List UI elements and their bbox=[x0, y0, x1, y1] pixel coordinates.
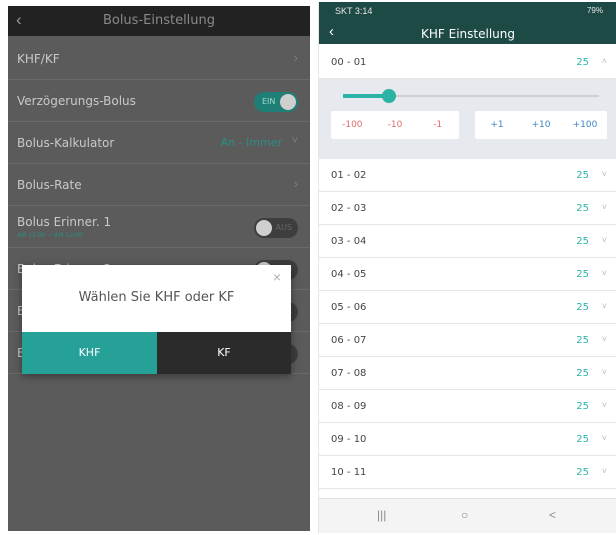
settings-row-label: KHF/KF bbox=[17, 52, 60, 66]
right-header: ‹ KHF Einstellung bbox=[319, 22, 616, 44]
decrement-buttons: -100 -10 -1 bbox=[331, 111, 459, 139]
ratio-value: 25 bbox=[576, 269, 589, 280]
settings-row[interactable]: Verzögerungs-Bolus EIN bbox=[8, 80, 310, 122]
status-time: SKT 3:14 bbox=[335, 6, 373, 16]
khf-kf-dialog: × Wählen Sie KHF oder KF KHF KF bbox=[22, 265, 291, 374]
settings-row-label: Bolus-Rate bbox=[17, 178, 82, 192]
time-range-label: 03 - 04 bbox=[331, 236, 367, 247]
minus-100-button[interactable]: -100 bbox=[331, 111, 374, 139]
time-range-label: 06 - 07 bbox=[331, 335, 367, 346]
toggle-knob bbox=[256, 220, 272, 236]
status-battery: 79% bbox=[586, 6, 603, 15]
settings-row[interactable]: Bolus-Rate › bbox=[8, 164, 310, 206]
time-slot-row[interactable]: 10 - 11 25 ˅ bbox=[319, 456, 616, 489]
chevron-up-icon: ˄ bbox=[601, 56, 607, 66]
ratio-value: 25 bbox=[576, 302, 589, 313]
time-slot-row[interactable]: 06 - 07 25 ˅ bbox=[319, 324, 616, 357]
khf-option-button[interactable]: KHF bbox=[22, 332, 157, 374]
settings-row[interactable]: KHF/KF › bbox=[8, 38, 310, 80]
status-bar: SKT 3:14 79% bbox=[319, 2, 616, 22]
bolus-settings-screen: ‹ Bolus-Einstellung KHF/KF › Verzögerungs-… bbox=[8, 6, 310, 531]
time-slot-row[interactable]: 05 - 06 25 ˅ bbox=[319, 291, 616, 324]
time-range-label: 05 - 06 bbox=[331, 302, 367, 313]
settings-row-value: An - Immer bbox=[220, 136, 282, 149]
time-slot-row-expanded[interactable]: 00 - 01 25 ˄ bbox=[319, 46, 616, 79]
slider-thumb[interactable] bbox=[382, 89, 397, 103]
screen-root: ‹ Bolus-Einstellung KHF/KF › Verzögerungs-… bbox=[0, 0, 616, 535]
toggle-state-label: AUS bbox=[275, 223, 292, 232]
time-range-label: 09 - 10 bbox=[331, 434, 367, 445]
minus-10-button[interactable]: -10 bbox=[374, 111, 417, 139]
plus-100-button[interactable]: +100 bbox=[563, 111, 607, 139]
page-title: KHF Einstellung bbox=[421, 27, 515, 41]
time-range-label: 07 - 08 bbox=[331, 368, 367, 379]
settings-row[interactable]: Bolus-Kalkulator An - Immer ˅ bbox=[8, 122, 310, 164]
time-range-label: 00 - 01 bbox=[331, 57, 367, 68]
time-range-label: 10 - 11 bbox=[331, 467, 367, 478]
time-slot-row[interactable]: 09 - 10 25 ˅ bbox=[319, 423, 616, 456]
toggle-switch[interactable]: EIN bbox=[254, 92, 298, 112]
chevron-right-icon: › bbox=[293, 176, 298, 191]
time-range-label: 08 - 09 bbox=[331, 401, 367, 412]
chevron-down-icon: ˅ bbox=[601, 169, 607, 179]
time-slot-row[interactable]: 03 - 04 25 ˅ bbox=[319, 225, 616, 258]
time-range-label: 04 - 05 bbox=[331, 269, 367, 280]
ratio-value: 25 bbox=[576, 203, 589, 214]
ratio-value: 25 bbox=[576, 368, 589, 379]
ratio-value: 25 bbox=[576, 236, 589, 247]
plus-10-button[interactable]: +10 bbox=[519, 111, 563, 139]
time-slot-row[interactable]: 02 - 03 25 ˅ bbox=[319, 192, 616, 225]
value-editor: -100 -10 -1 +1 +10 +100 bbox=[319, 79, 616, 159]
chevron-down-icon: ˅ bbox=[601, 235, 607, 245]
time-slot-row[interactable]: 08 - 09 25 ˅ bbox=[319, 390, 616, 423]
increment-buttons: +1 +10 +100 bbox=[475, 111, 607, 139]
ratio-value: 25 bbox=[576, 57, 589, 68]
chevron-down-icon: ˅ bbox=[601, 367, 607, 377]
settings-row-label: Verzögerungs-Bolus bbox=[17, 94, 136, 108]
chevron-down-icon: ˅ bbox=[601, 268, 607, 278]
chevron-down-icon: ˅ bbox=[601, 466, 607, 476]
toggle-switch[interactable]: AUS bbox=[254, 218, 298, 238]
chevron-right-icon: › bbox=[293, 50, 298, 65]
time-slot-row[interactable]: 01 - 02 25 ˅ bbox=[319, 159, 616, 192]
home-icon[interactable]: ○ bbox=[461, 508, 468, 522]
plus-1-button[interactable]: +1 bbox=[475, 111, 519, 139]
ratio-value: 25 bbox=[576, 434, 589, 445]
time-slot-row[interactable]: 07 - 08 25 ˅ bbox=[319, 357, 616, 390]
recent-apps-icon[interactable]: ||| bbox=[377, 508, 386, 522]
kf-option-button[interactable]: KF bbox=[157, 332, 291, 374]
time-range-label: 01 - 02 bbox=[331, 170, 367, 181]
chevron-down-icon: ˅ bbox=[601, 400, 607, 410]
minus-1-button[interactable]: -1 bbox=[416, 111, 459, 139]
chevron-down-icon: ˅ bbox=[601, 433, 607, 443]
time-slot-row[interactable]: 04 - 05 25 ˅ bbox=[319, 258, 616, 291]
toggle-knob bbox=[280, 94, 296, 110]
ratio-value: 25 bbox=[576, 335, 589, 346]
toggle-state-label: EIN bbox=[262, 97, 276, 106]
ratio-value: 25 bbox=[576, 170, 589, 181]
settings-row[interactable]: Bolus Erinner. 1 AM 12:00 ~ AM 12:00 AUS bbox=[8, 206, 310, 248]
time-range-label: 02 - 03 bbox=[331, 203, 367, 214]
settings-row-label: Bolus Erinner. 1 bbox=[17, 215, 112, 229]
chevron-down-icon: ˅ bbox=[601, 301, 607, 311]
nav-back-icon[interactable]: < bbox=[549, 508, 556, 522]
chevron-down-icon: ˅ bbox=[291, 135, 298, 147]
ratio-value: 25 bbox=[576, 401, 589, 412]
reminder-time-range: AM 12:00 ~ AM 12:00 bbox=[17, 232, 83, 239]
close-icon[interactable]: × bbox=[273, 269, 281, 285]
android-nav-bar: ||| ○ < bbox=[319, 498, 616, 533]
chevron-down-icon: ˅ bbox=[601, 202, 607, 212]
ratio-value: 25 bbox=[576, 467, 589, 478]
dialog-message: Wählen Sie KHF oder KF bbox=[78, 290, 235, 305]
settings-row-label: Bolus-Kalkulator bbox=[17, 136, 115, 150]
khf-settings-screen: SKT 3:14 79% ‹ KHF Einstellung 00 - 01 2… bbox=[318, 2, 616, 533]
chevron-down-icon: ˅ bbox=[601, 334, 607, 344]
